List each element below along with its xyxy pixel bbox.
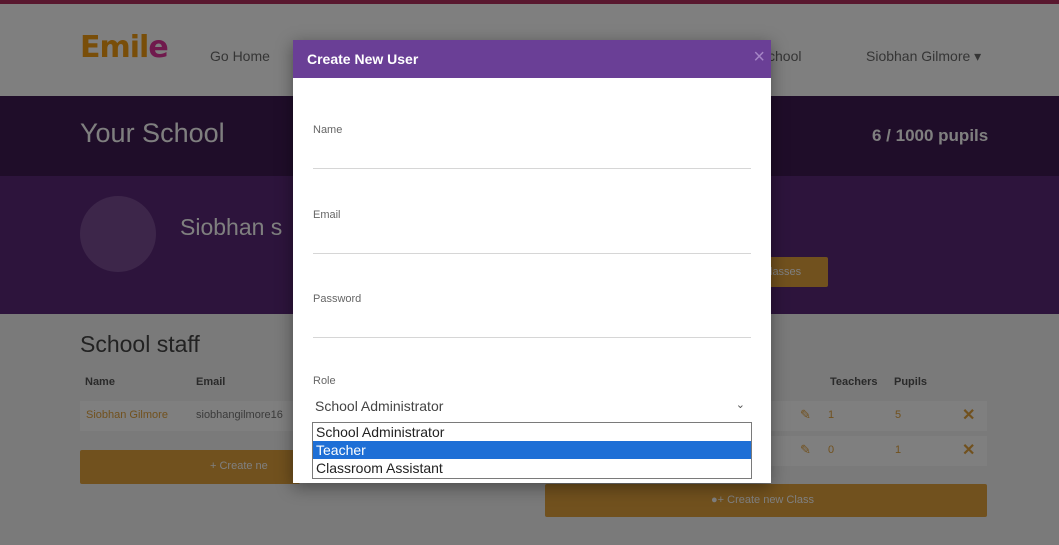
modal-header: Create New User ×	[293, 40, 771, 78]
name-label: Name	[313, 124, 343, 136]
password-input[interactable]	[313, 312, 751, 338]
create-user-modal: Create New User × Name Email Password Ro…	[293, 40, 771, 483]
name-input[interactable]	[313, 143, 751, 169]
password-label: Password	[313, 293, 362, 305]
role-select[interactable]: School Administrator ⌄	[313, 395, 751, 417]
role-label: Role	[313, 375, 336, 387]
chevron-down-icon: ⌄	[735, 399, 745, 411]
role-dropdown-list: School Administrator Teacher Classroom A…	[312, 422, 752, 479]
role-option-teacher[interactable]: Teacher	[313, 441, 751, 459]
email-label: Email	[313, 209, 341, 221]
role-select-value: School Administrator	[315, 398, 444, 414]
modal-title: Create New User	[307, 51, 419, 67]
close-icon[interactable]: ×	[753, 46, 765, 69]
email-input[interactable]	[313, 228, 751, 254]
role-option-school-administrator[interactable]: School Administrator	[313, 423, 751, 441]
role-option-classroom-assistant[interactable]: Classroom Assistant	[313, 459, 751, 477]
